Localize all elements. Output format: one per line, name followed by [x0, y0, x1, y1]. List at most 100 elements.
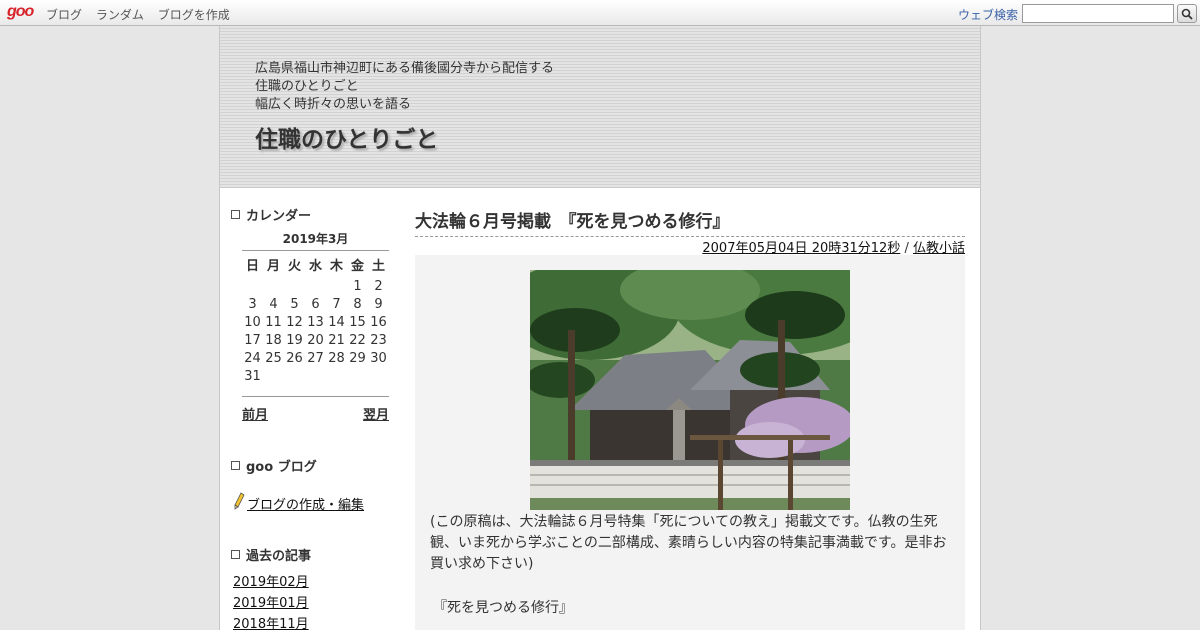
entry-quote: 『死を見つめる修行』	[433, 600, 573, 616]
weekday-wed: 水	[308, 259, 322, 274]
nav-random[interactable]: ランダム	[96, 8, 144, 22]
description-line-2: 住職のひとりごと	[255, 79, 359, 94]
goo-blog-heading: goo ブログ	[231, 456, 317, 475]
goo-logo[interactable]: goo	[7, 3, 34, 21]
calendar-month: 2019年3月	[242, 230, 389, 251]
nav-blog[interactable]: ブログ	[46, 8, 82, 22]
calendar-day: 31	[244, 369, 261, 384]
archive-link[interactable]: 2019年02月	[233, 571, 309, 590]
calendar-prev-month[interactable]: 前月	[242, 404, 268, 423]
calendar-day: 26	[286, 351, 303, 366]
calendar-day: 17	[244, 333, 261, 348]
meta-separator: /	[900, 241, 913, 256]
blog-description: 広島県福山市神辺町にある備後國分寺から配信する 住職のひとりごと 幅広く時折々の…	[255, 60, 554, 114]
calendar-day: 6	[311, 297, 320, 312]
calendar-day: 16	[370, 315, 387, 330]
calendar-day	[347, 369, 368, 387]
archive-link[interactable]: 2019年01月	[233, 592, 309, 611]
calendar-weekday-row: 日 月 火 水 木 金 土	[242, 255, 389, 274]
weekday-tue: 火	[287, 259, 301, 274]
calendar-grid: 日 月 火 水 木 金 土 12 3456789 10 11 12 13 14 15 16 …	[242, 255, 389, 387]
calendar-day	[263, 279, 284, 297]
entry-date-link[interactable]: 2007年05月04日 20時31分12秒	[702, 241, 900, 256]
calendar-week: 31	[242, 369, 389, 387]
calendar-day: 2	[374, 279, 383, 294]
calendar-day	[368, 369, 389, 387]
weekday-mon: 月	[266, 259, 280, 274]
pencil-icon	[234, 492, 245, 510]
blog-header: 広島県福山市神辺町にある備後國分寺から配信する 住職のひとりごと 幅広く時折々の…	[220, 26, 980, 188]
calendar-day: 7	[332, 297, 341, 312]
archive-link[interactable]: 2018年11月	[233, 613, 309, 630]
description-line-3: 幅広く時折々の思いを語る	[255, 97, 412, 112]
top-nav: ブログ ランダム ブログを作成	[46, 6, 240, 23]
archives-heading-label: 過去の記事	[246, 549, 312, 564]
create-edit-blog-link[interactable]: ブログの作成・編集	[247, 494, 364, 513]
calendar-day: 19	[286, 333, 303, 348]
calendar-day: 12	[286, 315, 303, 330]
calendar-day	[305, 369, 326, 387]
calendar-day: 22	[349, 333, 366, 348]
weekday-thu: 木	[329, 259, 343, 274]
calendar-heading: カレンダー	[231, 205, 311, 224]
entry-body: (この原稿は、大法輪誌６月号特集「死についての教え」掲載文です。仏教の生死観、い…	[415, 255, 965, 630]
calendar-day: 30	[370, 351, 387, 366]
square-bullet-icon	[231, 550, 240, 559]
entry-category-link[interactable]: 仏教小話	[913, 241, 965, 256]
calendar-day	[263, 369, 284, 387]
calendar-day: 13	[307, 315, 324, 330]
calendar-day: 29	[349, 351, 366, 366]
calendar-day: 9	[374, 297, 383, 312]
entry-meta: 2007年05月04日 20時31分12秒 / 仏教小話	[702, 237, 965, 256]
archives-heading: 過去の記事	[231, 545, 311, 564]
calendar-day: 10	[244, 315, 261, 330]
calendar-day	[284, 279, 305, 297]
calendar-day: 18	[265, 333, 282, 348]
calendar-day	[305, 279, 326, 297]
nav-create-blog[interactable]: ブログを作成	[158, 8, 230, 22]
calendar-day	[242, 279, 263, 297]
calendar-day: 11	[265, 315, 282, 330]
search-input[interactable]	[1022, 4, 1174, 23]
calendar-day: 5	[290, 297, 299, 312]
top-bar: goo ブログ ランダム ブログを作成 ウェブ検索	[0, 0, 1200, 26]
square-bullet-icon	[231, 461, 240, 470]
weekday-sat: 土	[371, 259, 385, 274]
calendar-week: 24 25 26 27 28 29 30	[242, 351, 389, 369]
square-bullet-icon	[231, 210, 240, 219]
calendar-day	[284, 369, 305, 387]
entry-text: (この原稿は、大法輪誌６月号特集「死についての教え」掲載文です。仏教の生死観、い…	[430, 514, 947, 572]
calendar-day: 3	[248, 297, 257, 312]
calendar-day: 28	[328, 351, 345, 366]
calendar-day	[326, 369, 347, 387]
calendar-day: 14	[328, 315, 345, 330]
calendar-day: 21	[328, 333, 345, 348]
weekday-fri: 金	[350, 259, 364, 274]
calendar-next-month[interactable]: 翌月	[363, 404, 389, 423]
calendar-day	[326, 279, 347, 297]
calendar-day: 27	[307, 351, 324, 366]
calendar-week: 3456789	[242, 297, 389, 315]
entry-title[interactable]: 大法輪６月号掲載 『死を見つめる修行』	[415, 207, 965, 237]
calendar-heading-label: カレンダー	[246, 209, 312, 224]
calendar-day: 4	[269, 297, 278, 312]
calendar-day: 23	[370, 333, 387, 348]
calendar-day: 24	[244, 351, 261, 366]
web-search-label: ウェブ検索	[958, 8, 1019, 22]
calendar-day: 25	[265, 351, 282, 366]
search-icon	[1181, 8, 1193, 20]
calendar-week: 12	[242, 279, 389, 297]
blog-title[interactable]: 住職のひとりごと	[255, 120, 438, 154]
search-button[interactable]	[1177, 4, 1197, 23]
calendar-day: 15	[349, 315, 366, 330]
calendar-week: 10 11 12 13 14 15 16	[242, 315, 389, 333]
description-line-1: 広島県福山市神辺町にある備後國分寺から配信する	[255, 61, 555, 76]
goo-blog-heading-label: goo ブログ	[246, 460, 317, 475]
calendar-day: 20	[307, 333, 324, 348]
calendar-day: 8	[353, 297, 362, 312]
calendar-week: 17 18 19 20 21 22 23	[242, 333, 389, 351]
calendar-day: 1	[353, 279, 362, 294]
temple-photo[interactable]	[530, 270, 850, 510]
calendar-divider	[242, 396, 389, 397]
weekday-sun: 日	[245, 259, 259, 274]
